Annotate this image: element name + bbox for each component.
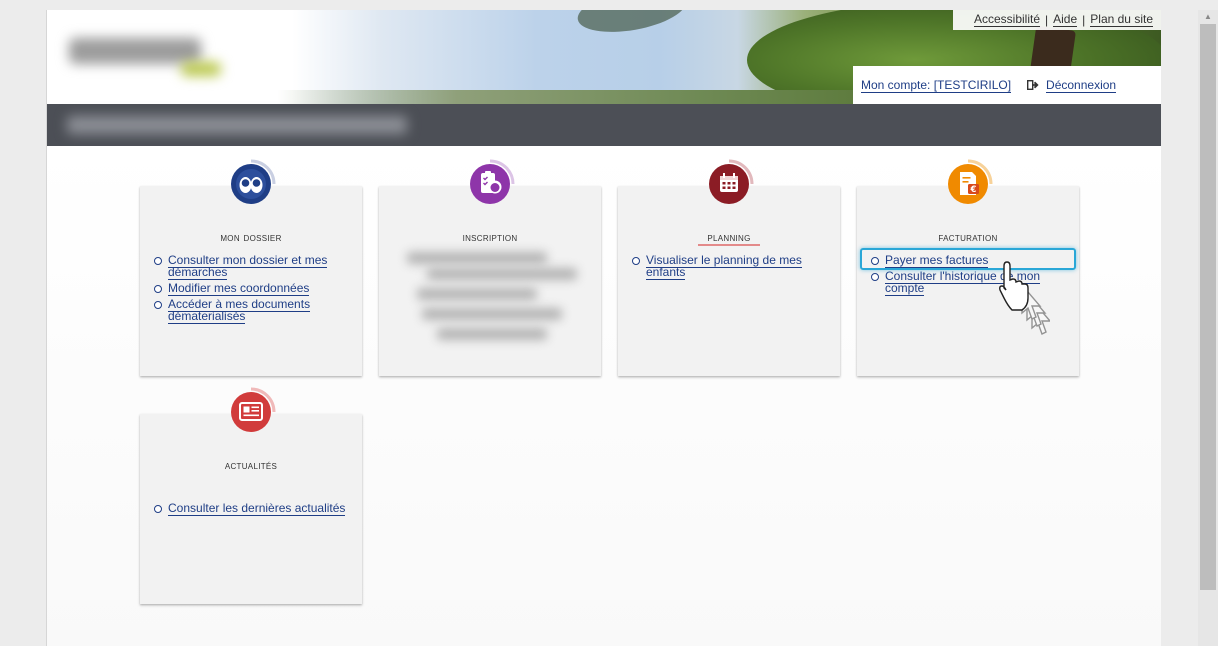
card-planning: Planning Visualiser le planning de mes e…	[618, 159, 840, 376]
list-item: Consulter mon dossier et mes démarches	[154, 253, 354, 280]
logo-blurred-mark	[181, 62, 221, 76]
card-links: Visualiser le planning de mes enfants	[632, 253, 832, 282]
vertical-scrollbar[interactable]: ▲	[1198, 10, 1218, 646]
title-underline	[698, 244, 760, 246]
people-icon	[225, 158, 277, 210]
focus-highlight	[860, 248, 1076, 270]
site-logo[interactable]	[61, 24, 235, 88]
scrollbar-thumb[interactable]	[1200, 24, 1216, 590]
accessibility-link[interactable]: Accessibilité	[973, 13, 1040, 27]
card-links: Consulter mon dossier et mes démarches M…	[154, 253, 354, 326]
card-actualites: Actualités Consulter les dernières actua…	[140, 387, 362, 604]
banner-branch	[574, 10, 690, 40]
newspaper-icon	[225, 386, 277, 438]
card-title: Inscription	[462, 230, 518, 244]
logout-group: Déconnexion	[1027, 78, 1117, 93]
separator: |	[1082, 13, 1086, 27]
help-link[interactable]: Aide	[1053, 13, 1078, 27]
page-container: Accessibilité | Aide | Plan du site Mon …	[46, 10, 1161, 646]
nav-bar	[47, 104, 1161, 146]
card-links: Consulter les dernières actualités	[154, 501, 354, 518]
calendar-icon	[703, 158, 755, 210]
list-item: Accéder à mes documents dématerialisés	[154, 297, 354, 324]
banner-horizon	[277, 90, 877, 104]
documents-link[interactable]: Accéder à mes documents dématerialisés	[168, 297, 311, 324]
list-item: Consulter l'historique de mon compte	[871, 269, 1071, 296]
svg-text:€: €	[970, 185, 977, 195]
logout-icon	[1027, 80, 1039, 90]
blurred-content	[407, 248, 579, 348]
list-item: Consulter les dernières actualités	[154, 501, 354, 516]
top-links: Accessibilité | Aide | Plan du site	[953, 10, 1161, 30]
logo-blurred-text	[69, 38, 201, 64]
card-title: Mon dossier	[220, 230, 282, 244]
invoice-euro-icon: €	[942, 158, 994, 210]
card-facturation: € Facturation Payer mes factures Consult…	[857, 159, 1079, 376]
list-item: Modifier mes coordonnées	[154, 281, 354, 296]
list-item: Visualiser le planning de mes enfants	[632, 253, 832, 280]
account-bar: Mon compte: [TESTCIRILO] Déconnexion	[853, 66, 1161, 104]
main-content: Mon dossier Consulter mon dossier et mes…	[47, 146, 1161, 646]
scroll-up-icon[interactable]: ▲	[1204, 12, 1212, 21]
card-title: Facturation	[938, 230, 998, 244]
view-planning-link[interactable]: Visualiser le planning de mes enfants	[646, 253, 802, 280]
header-banner: Accessibilité | Aide | Plan du site Mon …	[47, 10, 1161, 104]
sitemap-link[interactable]: Plan du site	[1090, 13, 1153, 27]
card-title: Actualités	[224, 458, 278, 472]
nav-blurred-text	[67, 116, 407, 134]
my-account-link[interactable]: Mon compte: [TESTCIRILO]	[861, 78, 1012, 93]
modify-contact-link[interactable]: Modifier mes coordonnées	[168, 281, 310, 296]
card-inscription: Inscription	[379, 159, 601, 376]
separator: |	[1045, 13, 1049, 27]
account-history-link[interactable]: Consulter l'historique de mon compte	[885, 269, 1041, 296]
consult-dossier-link[interactable]: Consulter mon dossier et mes démarches	[168, 253, 328, 280]
clipboard-child-icon	[464, 158, 516, 210]
card-title: Planning	[707, 230, 751, 244]
latest-news-link[interactable]: Consulter les dernières actualités	[168, 501, 346, 516]
logout-link[interactable]: Déconnexion	[1046, 78, 1117, 93]
card-mon-dossier: Mon dossier Consulter mon dossier et mes…	[140, 159, 362, 376]
